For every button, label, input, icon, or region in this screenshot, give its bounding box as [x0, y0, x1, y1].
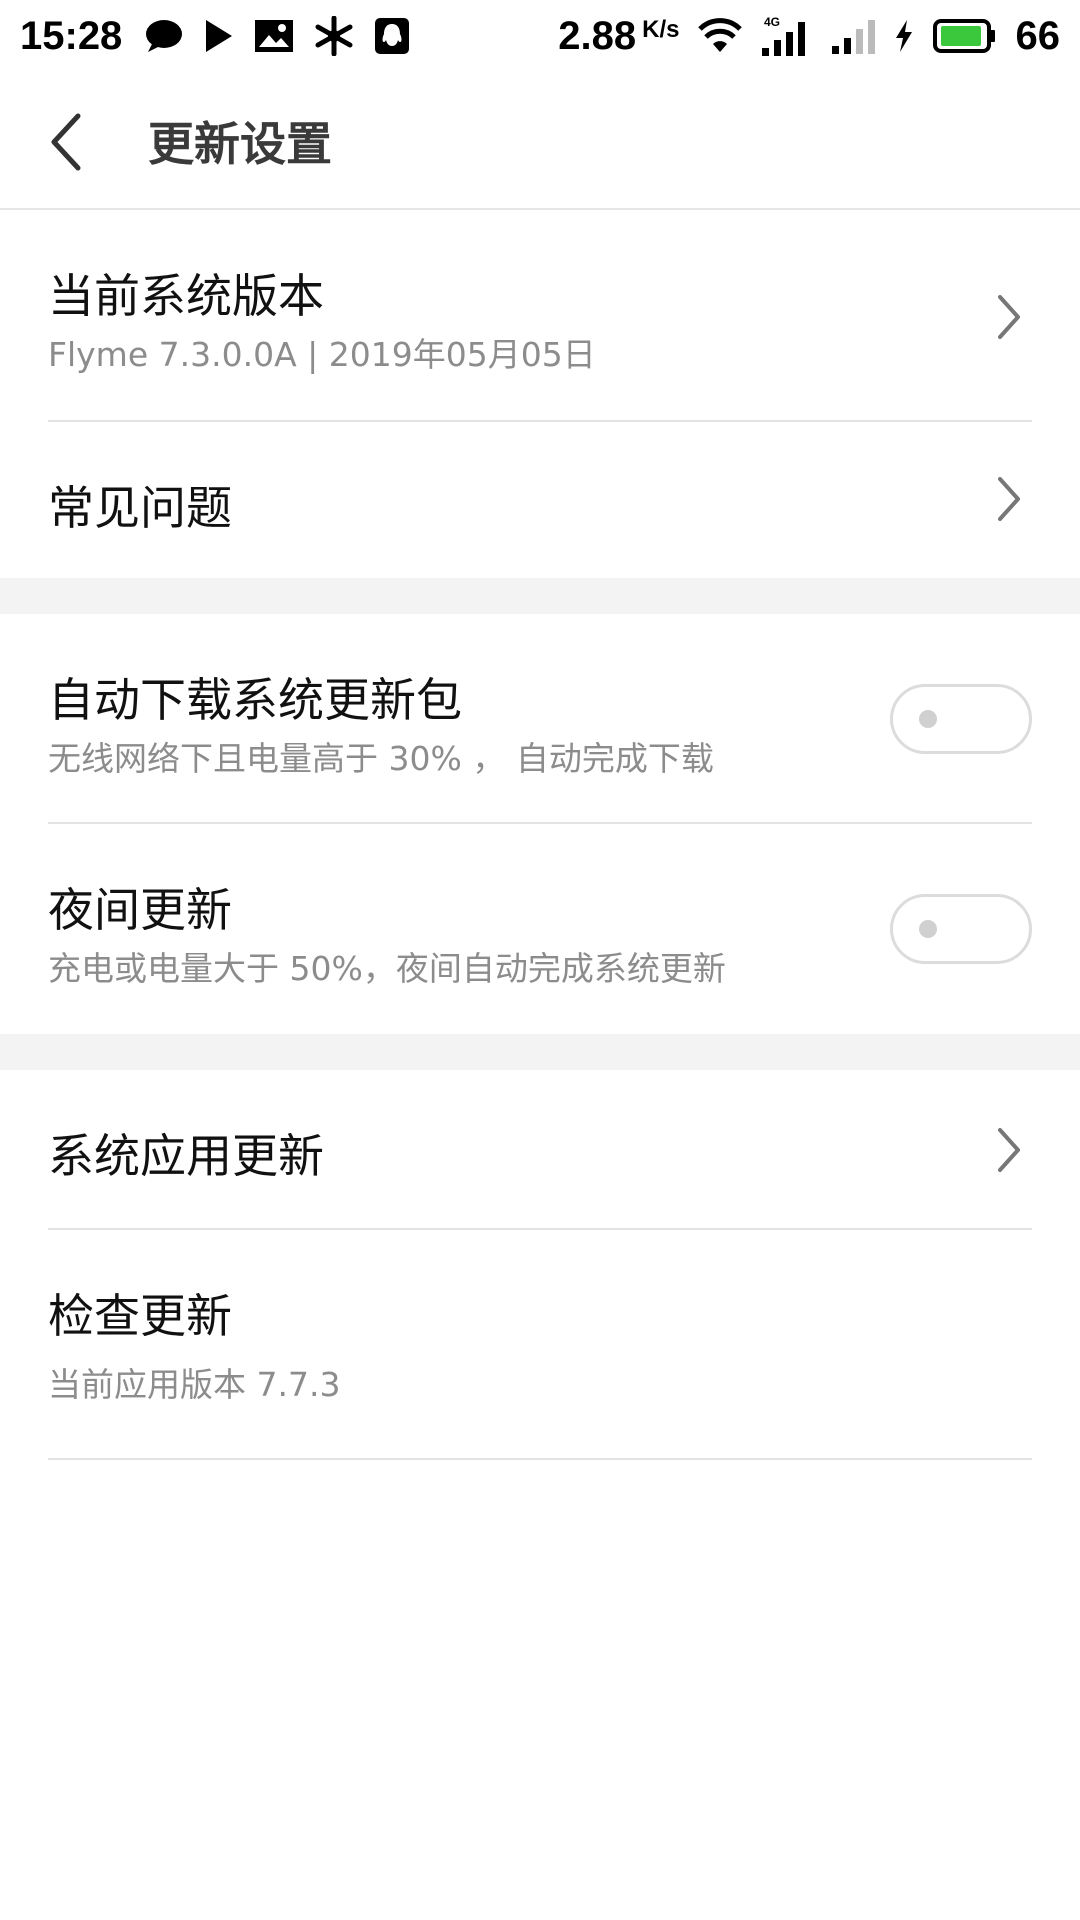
- charging-icon: [894, 19, 914, 53]
- auto-download-toggle[interactable]: [890, 684, 1032, 754]
- snowflake-icon: [314, 16, 354, 56]
- section-gap: [0, 1034, 1080, 1070]
- play-icon: [204, 19, 234, 53]
- chevron-right-icon: [998, 477, 1020, 521]
- chevron-right-icon: [998, 295, 1020, 339]
- section-app-update: 系统应用更新 检查更新 当前应用版本 7.7.3: [0, 1070, 1080, 1460]
- toggle-knob: [919, 920, 937, 938]
- network-type-label: 4G: [764, 15, 780, 29]
- battery-level: 66: [1015, 13, 1061, 58]
- row-title: 夜间更新: [48, 883, 232, 937]
- night-update-toggle[interactable]: [890, 894, 1032, 964]
- qq-icon: [374, 17, 410, 55]
- list-item-check-update[interactable]: 检查更新 当前应用版本 7.7.3: [0, 1230, 1080, 1460]
- list-item-auto-download: 自动下载系统更新包 无线网络下且电量高于 30% ， 自动完成下载: [0, 614, 1080, 824]
- row-title: 系统应用更新: [48, 1129, 324, 1183]
- list-item-night-update: 夜间更新 充电或电量大于 50%，夜间自动完成系统更新: [0, 824, 1080, 1034]
- app-header: 更新设置: [0, 72, 1080, 210]
- back-arrow-icon: [51, 113, 81, 171]
- network-speed-unit: K/s: [642, 15, 680, 43]
- row-title: 检查更新: [48, 1289, 232, 1343]
- row-subtitle: 无线网络下且电量高于 30% ， 自动完成下载: [48, 739, 714, 778]
- status-time: 15:28: [20, 13, 123, 58]
- signal-icon: [830, 16, 876, 56]
- row-subtitle: 当前应用版本 7.7.3: [48, 1365, 341, 1404]
- section-version: 当前系统版本 Flyme 7.3.0.0A | 2019年05月05日 常见问题: [0, 212, 1080, 578]
- row-title: 自动下载系统更新包: [48, 673, 462, 727]
- list-item-faq[interactable]: 常见问题: [0, 422, 1080, 578]
- network-speed-value: 2.88: [558, 13, 637, 58]
- chevron-right-icon: [998, 1128, 1020, 1172]
- row-subtitle: Flyme 7.3.0.0A | 2019年05月05日: [48, 335, 596, 374]
- chat-bubble-icon: [144, 18, 184, 54]
- row-title: 常见问题: [48, 481, 232, 535]
- section-gap: [0, 578, 1080, 614]
- image-icon: [254, 19, 294, 53]
- row-title: 当前系统版本: [48, 269, 324, 323]
- back-button[interactable]: [36, 102, 96, 182]
- wifi-icon: [697, 18, 742, 54]
- battery-icon: [932, 18, 998, 54]
- row-subtitle: 充电或电量大于 50%，夜间自动完成系统更新: [48, 949, 726, 988]
- signal-4g-icon: 4G: [760, 14, 812, 58]
- toggle-knob: [919, 710, 937, 728]
- status-bar: 15:28 2.88 K/s 4G 66: [0, 0, 1080, 72]
- list-item-system-app-update[interactable]: 系统应用更新: [0, 1070, 1080, 1230]
- section-auto-update: 自动下载系统更新包 无线网络下且电量高于 30% ， 自动完成下载 夜间更新 充…: [0, 614, 1080, 1034]
- page-title: 更新设置: [148, 117, 332, 171]
- divider: [48, 1458, 1032, 1460]
- list-item-current-version[interactable]: 当前系统版本 Flyme 7.3.0.0A | 2019年05月05日: [0, 212, 1080, 422]
- network-speed: 2.88 K/s: [558, 14, 679, 59]
